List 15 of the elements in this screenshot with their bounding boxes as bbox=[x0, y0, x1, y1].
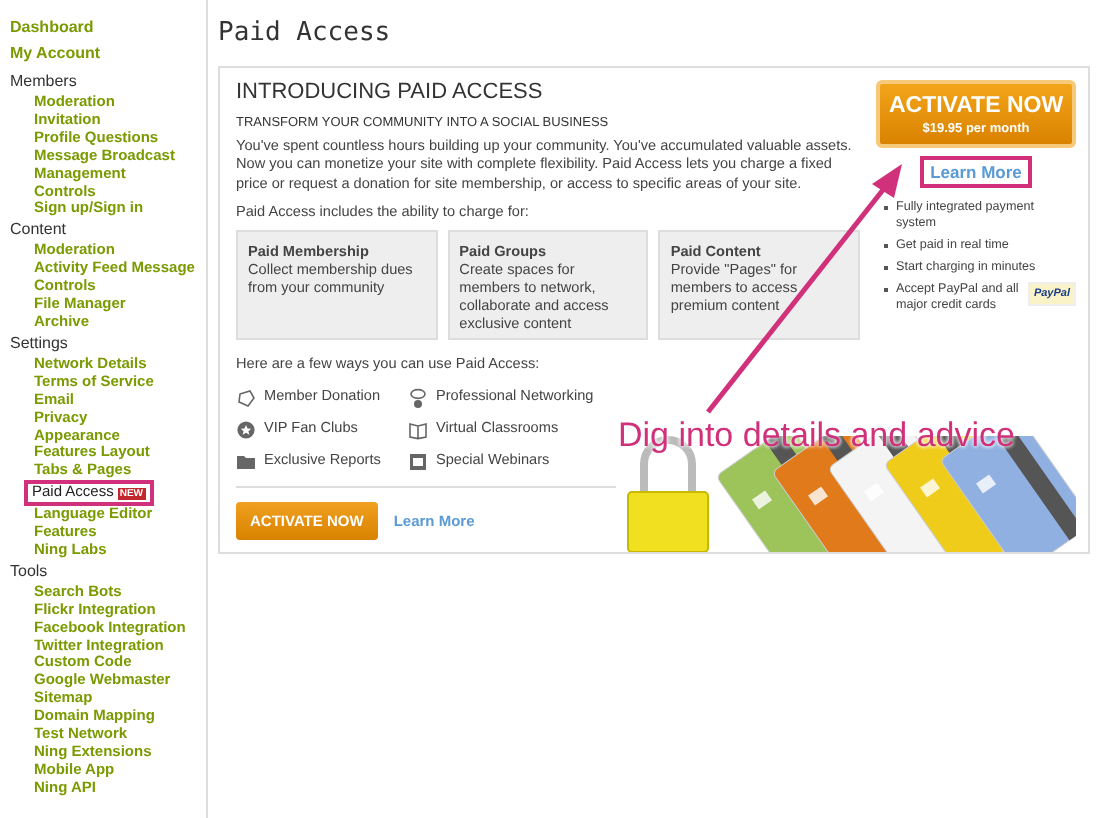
sidebar-heading: Content bbox=[10, 220, 69, 241]
sidebar-heading: Tools bbox=[10, 561, 50, 582]
sidebar-heading: Members bbox=[10, 72, 79, 92]
screen-icon bbox=[408, 452, 428, 473]
open-book-icon bbox=[408, 420, 428, 441]
panel-heading: INTRODUCING PAID ACCESS bbox=[236, 80, 545, 104]
sidebar-heading: Settings bbox=[10, 333, 70, 354]
page-title: Paid Access bbox=[218, 18, 393, 48]
speech-bubble-icon bbox=[408, 388, 428, 409]
star-icon bbox=[236, 420, 256, 441]
badge-outline-icon bbox=[236, 388, 256, 409]
folder-icon bbox=[236, 452, 256, 473]
sidebar-link[interactable]: Dashboard bbox=[10, 18, 206, 38]
sidebar-link[interactable]: My Account bbox=[10, 44, 206, 64]
learn-more-link[interactable]: Learn More bbox=[924, 160, 1028, 184]
